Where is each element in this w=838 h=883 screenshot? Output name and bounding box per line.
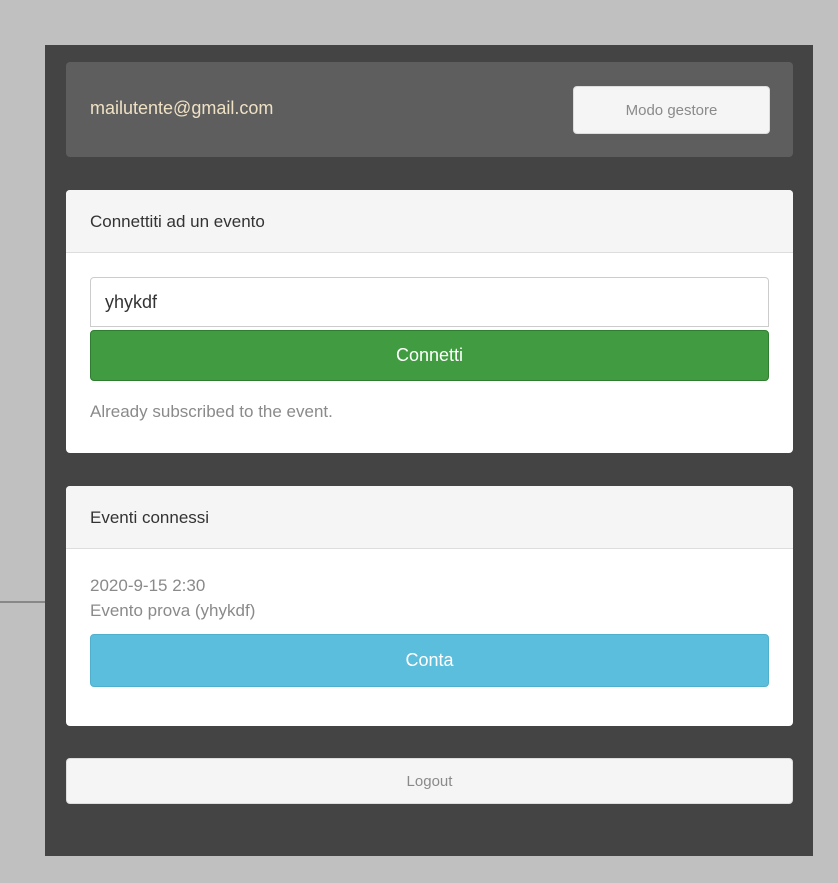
- user-email: mailutente@gmail.com: [90, 98, 274, 118]
- status-message: Already subscribed to the event.: [90, 402, 333, 421]
- events-panel-title: Eventi connessi: [66, 486, 793, 549]
- event-datetime: 2020-9-15 2:30: [90, 576, 206, 595]
- connected-events-panel: Eventi connessi 2020-9-15 2:30 Evento pr…: [66, 486, 793, 726]
- event-name: Evento prova (yhykdf): [90, 601, 256, 620]
- logout-button[interactable]: Logout: [66, 758, 793, 804]
- manager-mode-button[interactable]: Modo gestore: [573, 86, 770, 134]
- connect-button[interactable]: Connetti: [90, 330, 769, 381]
- event-code-input[interactable]: [90, 277, 769, 327]
- app-frame: mailutente@gmail.com Modo gestore Connet…: [45, 45, 813, 856]
- user-bar: mailutente@gmail.com Modo gestore: [66, 62, 793, 157]
- count-button[interactable]: Conta: [90, 634, 769, 687]
- connect-panel-title: Connettiti ad un evento: [66, 190, 793, 253]
- connect-event-panel: Connettiti ad un evento Connetti Already…: [66, 190, 793, 453]
